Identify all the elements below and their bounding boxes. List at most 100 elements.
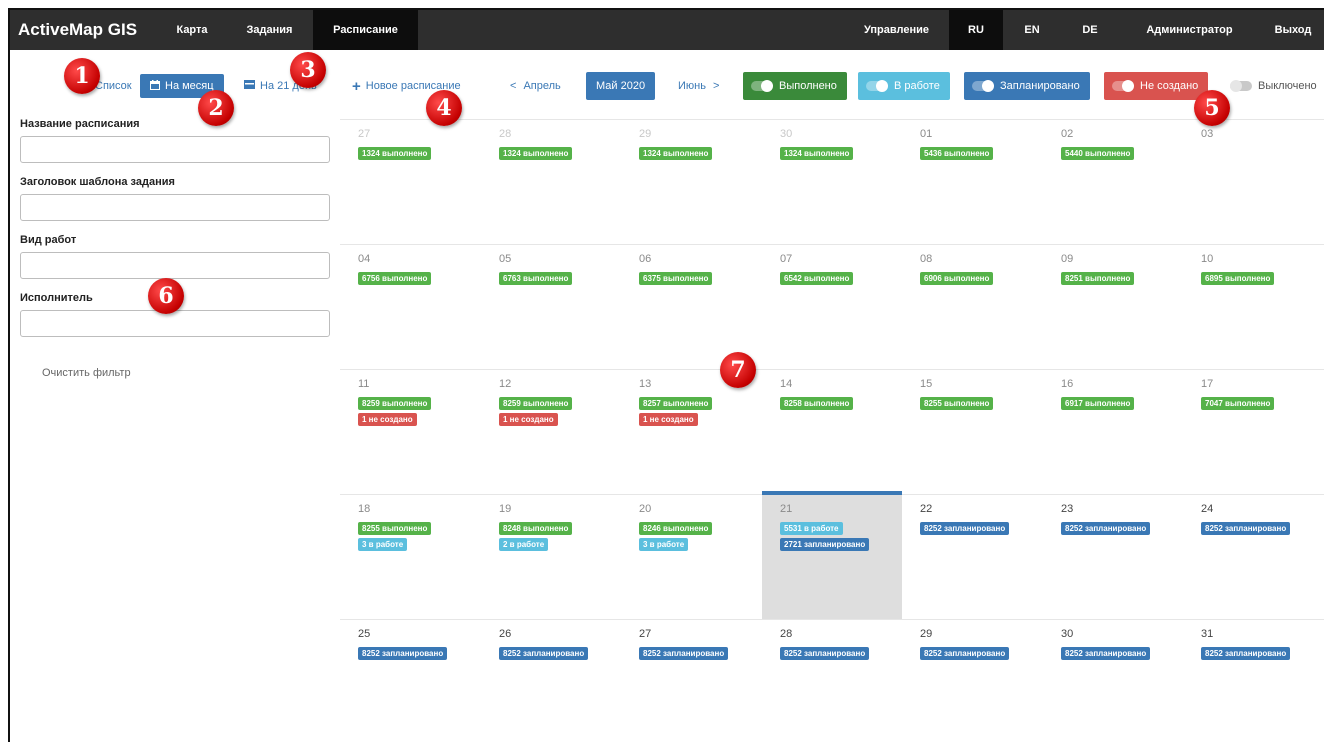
badge-done[interactable]: 1324 выполнено	[639, 147, 713, 160]
calendar-day[interactable]: 18 8255 выполнено 3 в работе	[340, 495, 480, 619]
calendar-day[interactable]: 08 6906 выполнено	[902, 245, 1042, 369]
calendar-day[interactable]: 29 1324 выполнено	[621, 120, 761, 244]
badge-planned[interactable]: 8252 запланировано	[920, 647, 1010, 660]
calendar-day[interactable]: 15 8255 выполнено	[902, 370, 1042, 494]
calendar-day[interactable]: 02 5440 выполнено	[1043, 120, 1183, 244]
calendar-day[interactable]: 30 8252 запланировано	[1043, 620, 1183, 742]
calendar-day[interactable]: 20 8246 выполнено 3 в работе	[621, 495, 761, 619]
lang-de[interactable]: DE	[1061, 10, 1119, 50]
lang-en[interactable]: EN	[1003, 10, 1061, 50]
calendar-day[interactable]: 28 8252 запланировано	[762, 620, 902, 742]
calendar-day[interactable]: 11 8259 выполнено 1 не создано	[340, 370, 480, 494]
badge-done[interactable]: 8255 выполнено	[358, 522, 432, 535]
badge-done[interactable]: 6895 выполнено	[1201, 272, 1275, 285]
badge-done[interactable]: 6917 выполнено	[1061, 397, 1135, 410]
nav-item-management[interactable]: Управление	[844, 10, 949, 50]
badge-not-created[interactable]: 1 не создано	[639, 413, 698, 426]
calendar-day[interactable]: 27 8252 запланировано	[621, 620, 761, 742]
badge-done[interactable]: 6542 выполнено	[780, 272, 854, 285]
calendar-day[interactable]: 07 6542 выполнено	[762, 245, 902, 369]
badge-in-progress[interactable]: 2 в работе	[499, 538, 549, 551]
nav-item-tasks[interactable]: Задания	[226, 10, 313, 50]
badge-done[interactable]: 8246 выполнено	[639, 522, 713, 535]
badge-planned[interactable]: 8252 запланировано	[1061, 522, 1151, 535]
calendar-day[interactable]: 28 1324 выполнено	[481, 120, 621, 244]
nav-item-map[interactable]: Карта	[158, 10, 226, 50]
calendar-day[interactable]: 29 8252 запланировано	[902, 620, 1042, 742]
badge-done[interactable]: 1324 выполнено	[499, 147, 573, 160]
badge-planned[interactable]: 8252 запланировано	[499, 647, 589, 660]
current-month-button[interactable]: Май 2020	[586, 72, 656, 100]
calendar-day[interactable]: 25 8252 запланировано	[340, 620, 480, 742]
calendar-day[interactable]: 26 8252 запланировано	[481, 620, 621, 742]
calendar-day[interactable]: 17 7047 выполнено	[1183, 370, 1323, 494]
badge-planned[interactable]: 8252 запланировано	[1201, 522, 1291, 535]
nav-item-schedule[interactable]: Расписание	[313, 10, 418, 50]
status-filter-disabled[interactable]: Выключено	[1230, 72, 1317, 100]
executor-input[interactable]	[20, 310, 330, 337]
badge-planned[interactable]: 8252 запланировано	[780, 647, 870, 660]
calendar-day[interactable]: 03	[1183, 120, 1323, 244]
badge-done[interactable]: 8258 выполнено	[780, 397, 854, 410]
nav-item-admin[interactable]: Администратор	[1119, 10, 1260, 50]
badge-planned[interactable]: 8252 запланировано	[1061, 647, 1151, 660]
badge-done[interactable]: 5440 выполнено	[1061, 147, 1135, 160]
badge-done[interactable]: 8248 выполнено	[499, 522, 573, 535]
badge-planned[interactable]: 8252 запланировано	[920, 522, 1010, 535]
calendar-day[interactable]: 24 8252 запланировано	[1183, 495, 1323, 619]
app-brand[interactable]: ActiveMap GIS	[10, 10, 158, 50]
calendar-day[interactable]: 19 8248 выполнено 2 в работе	[481, 495, 621, 619]
badge-planned[interactable]: 8252 запланировано	[639, 647, 729, 660]
task-template-title-input[interactable]	[20, 194, 330, 221]
badge-done[interactable]: 6763 выполнено	[499, 272, 573, 285]
calendar-day[interactable]: 21 5531 в работе 2721 запланировано	[762, 491, 902, 619]
badge-in-progress[interactable]: 3 в работе	[358, 538, 408, 551]
work-type-input[interactable]	[20, 252, 330, 279]
lang-ru[interactable]: RU	[949, 10, 1003, 50]
status-filter-in-progress[interactable]: В работе	[858, 72, 950, 100]
calendar-day[interactable]: 04 6756 выполнено	[340, 245, 480, 369]
calendar-day[interactable]: 27 1324 выполнено	[340, 120, 480, 244]
calendar-day[interactable]: 31 8252 запланировано	[1183, 620, 1323, 742]
badge-planned[interactable]: 8252 запланировано	[1201, 647, 1291, 660]
badge-done[interactable]: 7047 выполнено	[1201, 397, 1275, 410]
calendar-day[interactable]: 14 8258 выполнено	[762, 370, 902, 494]
calendar-day[interactable]: 09 8251 выполнено	[1043, 245, 1183, 369]
badge-done[interactable]: 8259 выполнено	[499, 397, 573, 410]
badge-in-progress[interactable]: 5531 в работе	[780, 522, 843, 535]
badge-done[interactable]: 6906 выполнено	[920, 272, 994, 285]
prev-month-button[interactable]: < Апрель	[510, 72, 561, 100]
badge-done[interactable]: 8255 выполнено	[920, 397, 994, 410]
badge-done[interactable]: 8257 выполнено	[639, 397, 713, 410]
badge-planned[interactable]: 2721 запланировано	[780, 538, 870, 551]
badge-done[interactable]: 6375 выполнено	[639, 272, 713, 285]
badge-planned[interactable]: 8252 запланировано	[358, 647, 448, 660]
badge-done[interactable]: 8259 выполнено	[358, 397, 432, 410]
badge-done[interactable]: 6756 выполнено	[358, 272, 432, 285]
status-filter-planned[interactable]: Запланировано	[964, 72, 1090, 100]
badge-done[interactable]: 5436 выполнено	[920, 147, 994, 160]
badge-in-progress[interactable]: 3 в работе	[639, 538, 689, 551]
badge-done[interactable]: 1324 выполнено	[780, 147, 854, 160]
status-filter-not-created[interactable]: Не создано	[1104, 72, 1209, 100]
schedule-name-input[interactable]	[20, 136, 330, 163]
calendar-day[interactable]: 12 8259 выполнено 1 не создано	[481, 370, 621, 494]
calendar-day[interactable]: 13 8257 выполнено 1 не создано	[621, 370, 761, 494]
next-month-button[interactable]: Июнь >	[678, 72, 719, 100]
nav-item-logout[interactable]: Выход	[1260, 10, 1324, 50]
badge-not-created[interactable]: 1 не создано	[358, 413, 417, 426]
calendar-day[interactable]: 23 8252 запланировано	[1043, 495, 1183, 619]
badge-not-created[interactable]: 1 не создано	[499, 413, 558, 426]
calendar-day[interactable]: 06 6375 выполнено	[621, 245, 761, 369]
tab-list-label: Список	[95, 80, 132, 92]
badge-done[interactable]: 8251 выполнено	[1061, 272, 1135, 285]
clear-filter-link[interactable]: Очистить фильтр	[42, 367, 131, 379]
badge-done[interactable]: 1324 выполнено	[358, 147, 432, 160]
calendar-day[interactable]: 22 8252 запланировано	[902, 495, 1042, 619]
calendar-day[interactable]: 30 1324 выполнено	[762, 120, 902, 244]
status-filter-done[interactable]: Выполнено	[743, 72, 847, 100]
calendar-day[interactable]: 10 6895 выполнено	[1183, 245, 1323, 369]
calendar-day[interactable]: 01 5436 выполнено	[902, 120, 1042, 244]
calendar-day[interactable]: 16 6917 выполнено	[1043, 370, 1183, 494]
calendar-day[interactable]: 05 6763 выполнено	[481, 245, 621, 369]
